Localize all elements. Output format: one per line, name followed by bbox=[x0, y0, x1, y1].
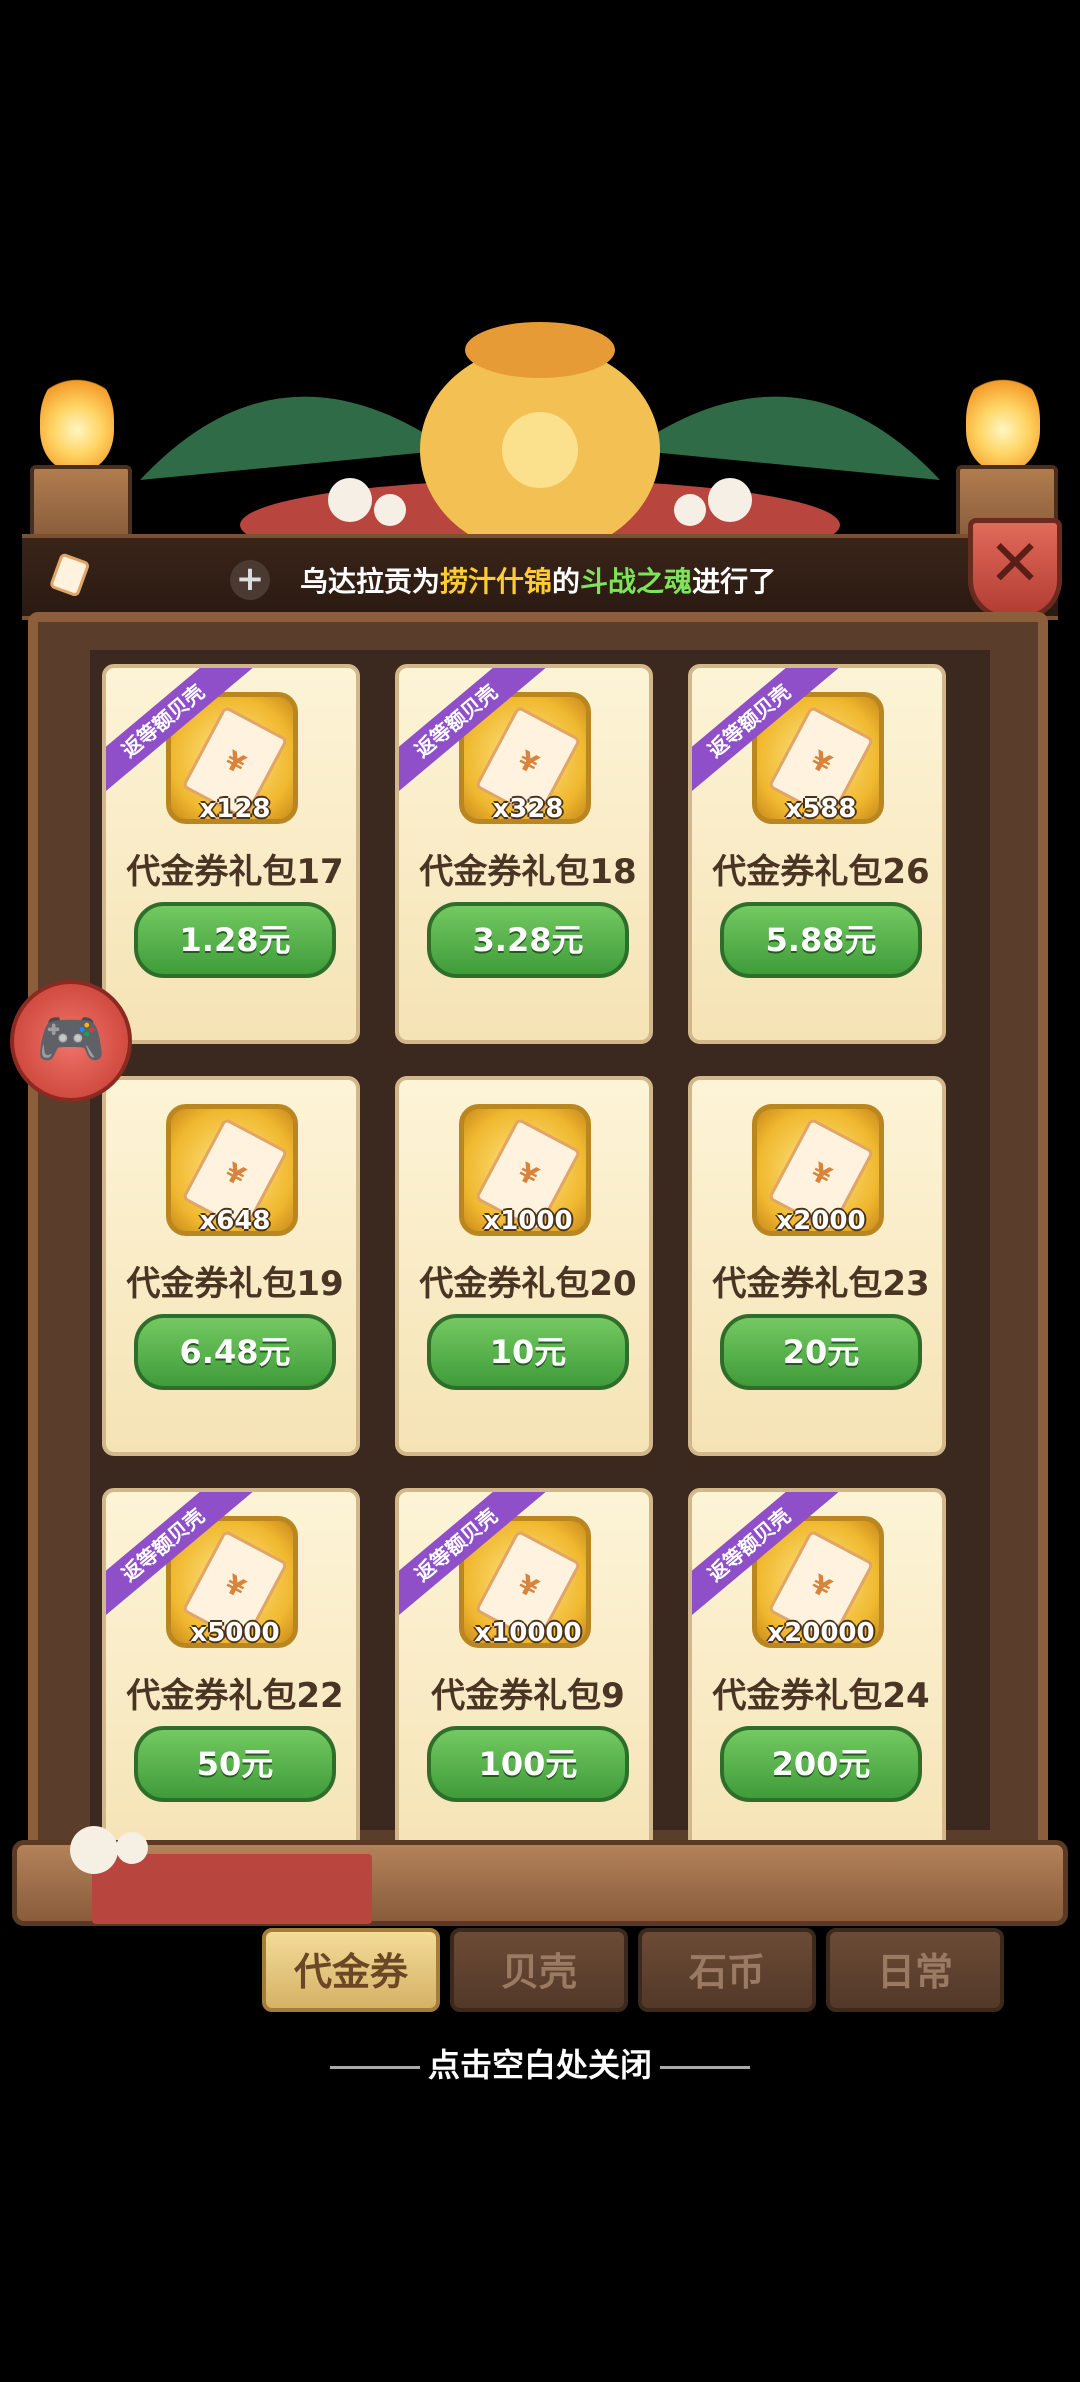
buy-button[interactable]: 10元 bbox=[427, 1314, 629, 1390]
broadcast-item: 捞汁什锦 bbox=[440, 565, 553, 598]
tab-stone-coins[interactable]: 石币 bbox=[638, 1928, 816, 2012]
product-card[interactable]: ¥ 返等额贝壳 x328 代金券礼包18 3.28元 bbox=[395, 664, 653, 1044]
product-card[interactable]: ¥ x648 代金券礼包19 6.48元 bbox=[102, 1076, 360, 1456]
product-name: 代金券礼包26 bbox=[712, 852, 930, 892]
tab-daily[interactable]: 日常 bbox=[826, 1928, 1004, 2012]
product-quantity: x20000 bbox=[767, 1618, 875, 1648]
product-card[interactable]: ¥ x1000 代金券礼包20 10元 bbox=[395, 1076, 653, 1456]
plus-icon[interactable]: + bbox=[230, 560, 270, 600]
broadcast-target: 斗战之魂 bbox=[580, 565, 693, 598]
product-quantity: x128 bbox=[199, 794, 271, 824]
product-quantity: x10000 bbox=[474, 1618, 582, 1648]
product-name: 代金券礼包22 bbox=[126, 1676, 344, 1716]
shop-hero-illustration bbox=[140, 322, 940, 570]
product-name: 代金券礼包23 bbox=[712, 1264, 930, 1304]
product-quantity: x2000 bbox=[776, 1206, 866, 1236]
product-card[interactable]: ¥ 返等额贝壳 x128 代金券礼包17 1.28元 bbox=[102, 664, 360, 1044]
product-name: 代金券礼包9 bbox=[431, 1676, 625, 1716]
product-name: 代金券礼包20 bbox=[419, 1264, 637, 1304]
ticket-icon bbox=[50, 553, 90, 596]
buy-button[interactable]: 200元 bbox=[720, 1726, 922, 1802]
gamepad-icon[interactable]: 🎮 bbox=[10, 980, 132, 1102]
product-name: 代金券礼包19 bbox=[126, 1264, 344, 1304]
buy-button[interactable]: 100元 bbox=[427, 1726, 629, 1802]
product-card[interactable]: ¥ 返等额贝壳 x588 代金券礼包26 5.88元 bbox=[688, 664, 946, 1044]
tab-vouchers[interactable]: 代金券 bbox=[262, 1928, 440, 2012]
product-name: 代金券礼包17 bbox=[126, 852, 344, 892]
left-torch bbox=[22, 370, 132, 568]
product-card[interactable]: ¥ x2000 代金券礼包23 20元 bbox=[688, 1076, 946, 1456]
product-quantity: x648 bbox=[199, 1206, 271, 1236]
product-card[interactable]: ¥ 返等额贝壳 x20000 代金券礼包24 200元 bbox=[688, 1488, 946, 1868]
buy-button[interactable]: 50元 bbox=[134, 1726, 336, 1802]
product-card[interactable]: ¥ 返等额贝壳 x10000 代金券礼包9 100元 bbox=[395, 1488, 653, 1868]
product-quantity: x1000 bbox=[483, 1206, 573, 1236]
buy-button[interactable]: 5.88元 bbox=[720, 902, 922, 978]
product-card[interactable]: ¥ 返等额贝壳 x5000 代金券礼包22 50元 bbox=[102, 1488, 360, 1868]
product-quantity: x588 bbox=[785, 794, 857, 824]
pearl-decoration bbox=[70, 1826, 148, 1874]
close-icon[interactable]: ✕ bbox=[968, 518, 1062, 620]
tab-shells[interactable]: 贝壳 bbox=[450, 1928, 628, 2012]
product-name: 代金券礼包18 bbox=[419, 852, 637, 892]
buy-button[interactable]: 6.48元 bbox=[134, 1314, 336, 1390]
buy-button[interactable]: 1.28元 bbox=[134, 902, 336, 978]
buy-button[interactable]: 20元 bbox=[720, 1314, 922, 1390]
product-name: 代金券礼包24 bbox=[712, 1676, 930, 1716]
broadcast-text: 乌达拉贡为捞汁什锦的斗战之魂进行了 bbox=[300, 565, 777, 598]
product-quantity: x328 bbox=[492, 794, 564, 824]
buy-button[interactable]: 3.28元 bbox=[427, 902, 629, 978]
close-hint[interactable]: 点击空白处关闭 bbox=[300, 2040, 780, 2084]
product-quantity: x5000 bbox=[190, 1618, 280, 1648]
